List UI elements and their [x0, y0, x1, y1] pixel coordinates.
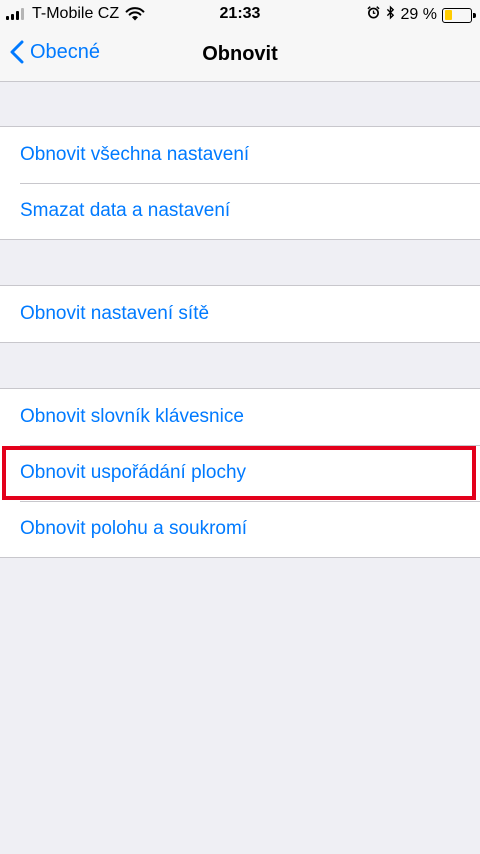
- row-label: Obnovit nastavení sítě: [20, 303, 210, 324]
- bluetooth-icon: [386, 5, 395, 25]
- battery-icon: [442, 7, 476, 23]
- row-label: Obnovit všechna nastavení: [20, 144, 250, 165]
- page-title: Obnovit: [202, 43, 278, 65]
- reset-keyboard-dictionary-row[interactable]: Obnovit slovník klávesnice: [0, 389, 480, 445]
- battery-fill: [444, 10, 452, 20]
- battery-percent: 29 %: [400, 6, 437, 23]
- status-right: 29 %: [366, 5, 476, 25]
- settings-list: Obnovit všechna nastavení Smazat data a …: [0, 82, 480, 558]
- reset-network-settings-row[interactable]: Obnovit nastavení sítě: [0, 286, 480, 342]
- row-label: Smazat data a nastavení: [20, 200, 231, 221]
- settings-group: Obnovit nastavení sítě: [0, 285, 480, 343]
- erase-content-settings-row[interactable]: Smazat data a nastavení: [0, 183, 480, 239]
- settings-group: Obnovit všechna nastavení Smazat data a …: [0, 126, 480, 240]
- reset-all-settings-row[interactable]: Obnovit všechna nastavení: [0, 127, 480, 183]
- settings-group: Obnovit slovník klávesnice Obnovit uspoř…: [0, 388, 480, 558]
- row-label: Obnovit slovník klávesnice: [20, 406, 244, 427]
- alarm-icon: [366, 6, 380, 24]
- row-label: Obnovit uspořádání plochy: [20, 462, 247, 483]
- status-bar: T-Mobile CZ 21:33 29 %: [0, 0, 480, 28]
- row-label: Obnovit polohu a soukromí: [20, 518, 248, 539]
- navigation-bar: Obecné Obnovit: [0, 28, 480, 82]
- reset-home-screen-layout-row[interactable]: Obnovit uspořádání plochy: [0, 445, 480, 501]
- reset-location-privacy-row[interactable]: Obnovit polohu a soukromí: [0, 501, 480, 557]
